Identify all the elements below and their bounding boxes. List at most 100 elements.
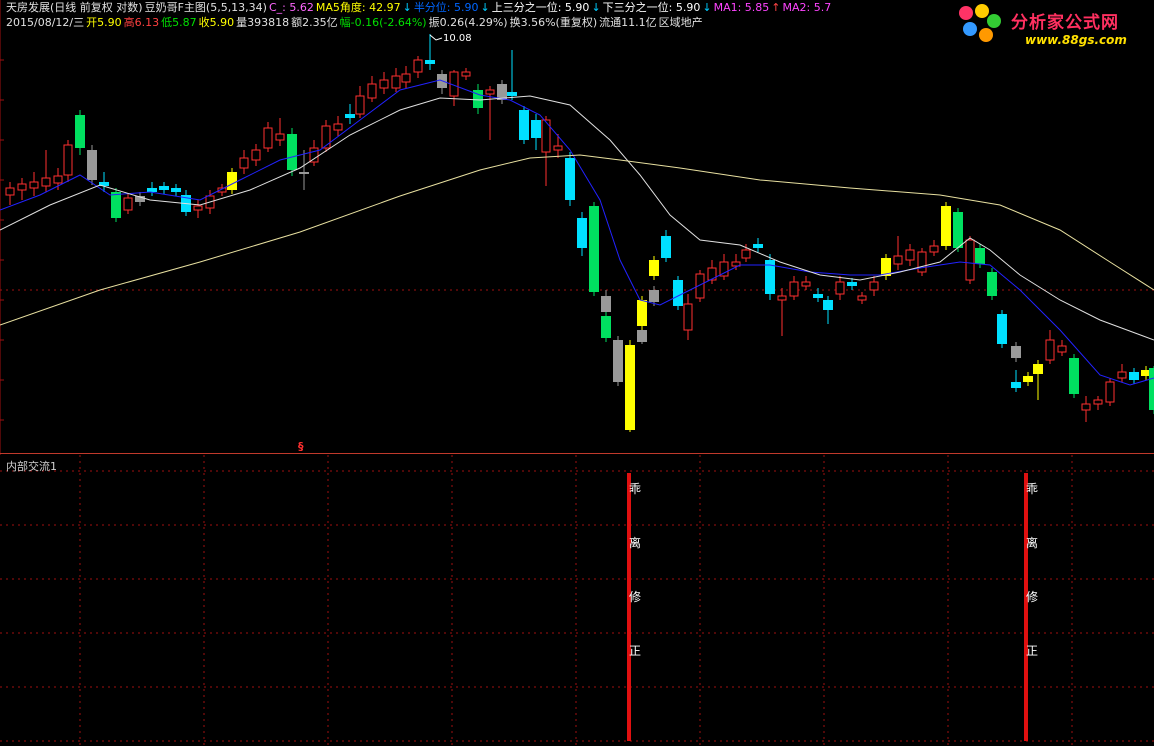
candle-body [577, 218, 587, 248]
signal-char: 离 [629, 536, 642, 550]
candle-body [287, 134, 297, 170]
candle-body [379, 79, 389, 89]
candle-body [425, 60, 435, 64]
candle-body [519, 110, 529, 140]
candle-body [355, 95, 365, 115]
candle-body [309, 147, 319, 163]
candle-body [987, 272, 997, 296]
signal-bar [1024, 473, 1028, 741]
kline-panel[interactable]: 天房发展(日线 前复权 对数) 豆奶哥F主图(5,5,13,34) C_: 5.62… [0, 0, 1154, 455]
candlestick-chart[interactable] [0, 0, 1154, 455]
signal-char: 正 [629, 644, 642, 658]
candle-body [1023, 376, 1033, 382]
candle-body [649, 290, 659, 302]
candle-body [321, 125, 331, 149]
candle-body [553, 145, 563, 151]
candle-body [507, 92, 517, 96]
indicator-title: 内部交流1 [6, 460, 57, 473]
candle-body [531, 120, 541, 138]
candle-body [123, 197, 133, 211]
candle-body [391, 75, 401, 89]
candle-body [1081, 403, 1091, 411]
candle-body [111, 192, 121, 218]
candle-body [613, 340, 623, 382]
candle-body [1117, 371, 1127, 379]
candle-body [263, 127, 273, 149]
candle-body [789, 281, 799, 297]
candle-body [171, 188, 181, 192]
candle-body [17, 183, 27, 191]
candle-body [813, 294, 823, 298]
candle-body [159, 186, 169, 190]
site-logo: 分析家公式网 www.88gs.com [955, 2, 1151, 52]
panel-divider [0, 453, 1154, 454]
candle-body [1057, 345, 1067, 353]
candle-body [673, 280, 683, 306]
candle-body [345, 114, 355, 118]
candle-body [637, 330, 647, 342]
candle-body [75, 115, 85, 148]
signal-char: 乖 [1026, 482, 1039, 496]
candle-body [1011, 382, 1021, 388]
candle-body [367, 83, 377, 99]
candle-body [87, 150, 97, 180]
candle-body [823, 300, 833, 310]
candle-body [147, 188, 157, 192]
candle-body [63, 144, 73, 176]
candle-body [753, 244, 763, 248]
candle-body [1149, 368, 1154, 410]
signal-bar [627, 473, 631, 741]
signal-char: 乖 [629, 482, 642, 496]
candle-body [847, 282, 857, 286]
candle-body [917, 251, 927, 273]
candle-body [601, 316, 611, 338]
candle-body [485, 89, 495, 95]
candle-body [401, 73, 411, 83]
signal-char: 离 [1026, 536, 1039, 550]
candle-body [777, 295, 787, 301]
candle-body [905, 249, 915, 261]
candle-body [1105, 381, 1115, 403]
candle-body [1045, 339, 1055, 361]
indicator-chart[interactable] [0, 455, 1154, 746]
signal-mark: § [298, 440, 304, 453]
candle-body [239, 157, 249, 169]
candle-body [53, 175, 63, 184]
candle-body [251, 149, 261, 161]
candle-body [941, 206, 951, 246]
candle-body [801, 281, 811, 287]
candle-body [997, 314, 1007, 344]
candle-body [299, 172, 309, 174]
indicator-panel[interactable] [0, 455, 1154, 746]
candle-body [193, 205, 203, 211]
candle-body [741, 249, 751, 259]
candle-body [707, 267, 717, 281]
candle-body [965, 239, 975, 281]
logo-url: www.88gs.com [1025, 33, 1127, 47]
peak-pointer [429, 34, 443, 41]
logo-flower-icon [959, 6, 973, 20]
candle-body [1093, 399, 1103, 405]
candle-body [649, 260, 659, 276]
signal-char: 正 [1026, 644, 1039, 658]
candle-body [333, 123, 343, 131]
signal-char: 修 [629, 590, 642, 604]
candle-body [461, 71, 471, 77]
candle-body [565, 158, 575, 200]
logo-petal-icon [987, 14, 1001, 28]
candle-body [683, 303, 693, 331]
candle-body [953, 212, 963, 248]
candle-body [975, 248, 985, 264]
candle-body [929, 245, 939, 253]
logo-petal-icon [963, 22, 977, 36]
candle-body [869, 281, 879, 291]
candle-body [41, 177, 51, 187]
candle-body [29, 181, 39, 189]
candle-body [1129, 372, 1139, 380]
candle-body [637, 300, 647, 326]
candle-body [275, 133, 285, 141]
logo-name: 分析家公式网 [1011, 13, 1119, 33]
candle-body [413, 59, 423, 73]
signal-char: 修 [1026, 590, 1039, 604]
candle-body [5, 187, 15, 196]
